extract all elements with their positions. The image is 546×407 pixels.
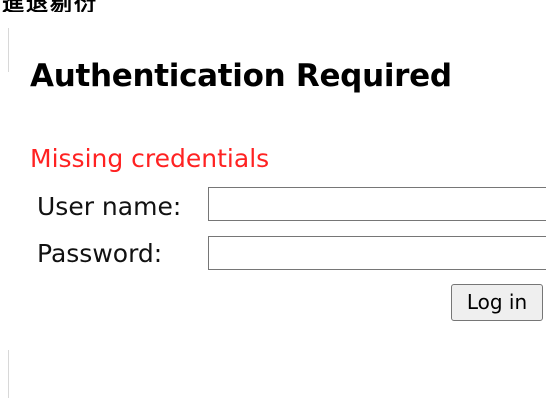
username-input[interactable] bbox=[208, 187, 546, 221]
page-title: Authentication Required bbox=[30, 58, 452, 94]
username-label: User name: bbox=[37, 192, 182, 221]
password-input[interactable] bbox=[208, 236, 546, 270]
login-button[interactable]: Log in bbox=[451, 284, 543, 321]
error-message: Missing credentials bbox=[30, 144, 270, 173]
cropped-header-text-content: 進退剔衍垩垩 bbox=[2, 0, 120, 12]
cropped-header-text: 進退剔衍垩垩 bbox=[0, 0, 120, 12]
left-border-line bbox=[8, 350, 9, 398]
left-border-line bbox=[8, 28, 9, 72]
password-label: Password: bbox=[37, 239, 163, 268]
